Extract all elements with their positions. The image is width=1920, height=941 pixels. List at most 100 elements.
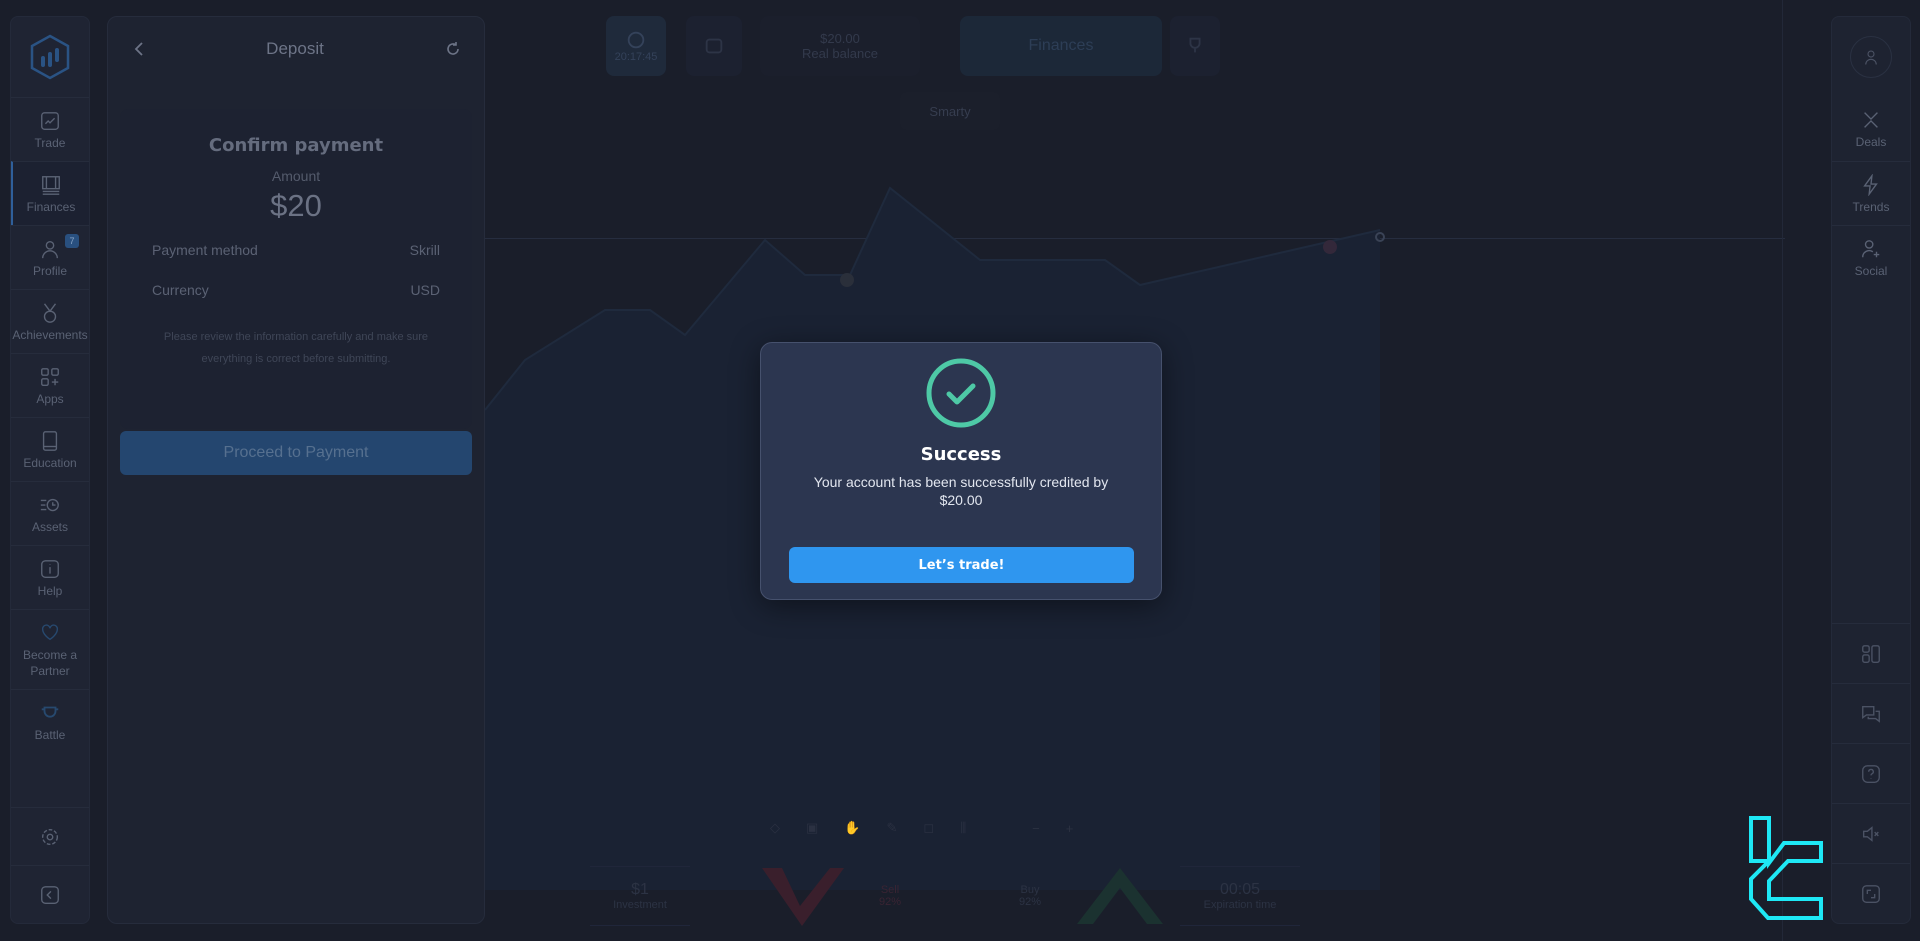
amount-label: Amount: [271, 168, 321, 184]
strategy-label: Smarty: [929, 103, 971, 119]
trophy-button[interactable]: [1170, 16, 1220, 76]
deals-icon: [1864, 112, 1878, 128]
buy-button[interactable]: [1075, 866, 1165, 926]
right-sidebar-bottom: [1832, 623, 1910, 923]
buy-label: Buy: [1020, 884, 1040, 896]
watermark-logo: [1749, 816, 1823, 920]
trade-chart-icon: [41, 111, 59, 130]
strategy-selector[interactable]: Smarty: [900, 92, 1000, 130]
sidebar-item-assets[interactable]: Assets: [11, 481, 89, 545]
expiration-time[interactable]: 00:05 Expiration time: [1180, 866, 1300, 926]
sell-payout: Sell 92%: [840, 866, 940, 926]
medal-icon: [43, 302, 57, 323]
chart-type-icon[interactable]: ▣: [806, 820, 818, 836]
collapse-icon: [41, 885, 59, 904]
shape-icon[interactable]: ◻: [923, 820, 934, 836]
row-value: USD: [410, 282, 440, 298]
sidebar-item-achievements[interactable]: Achievements: [11, 289, 89, 353]
user-icon: [1865, 50, 1877, 65]
sidebar-item-trade[interactable]: Trade: [11, 97, 89, 161]
lets-trade-button[interactable]: Let’s trade!: [789, 547, 1134, 583]
finances-button[interactable]: Finances: [960, 16, 1162, 76]
pencil-icon[interactable]: ✎: [886, 820, 897, 836]
question-icon: [1862, 764, 1880, 783]
avatar-ring: [1850, 36, 1892, 78]
confirm-payment-card: Confirm payment Amount $20 Payment metho…: [120, 109, 472, 429]
left-sidebar: Trade Finances 7 Profile Achievements Ap…: [10, 16, 90, 924]
expiration-value: 00:05: [1219, 881, 1261, 898]
investment-value: $1: [631, 881, 649, 898]
sell-button[interactable]: [760, 866, 846, 926]
user-avatar[interactable]: [1832, 17, 1910, 97]
layout-button[interactable]: [1832, 623, 1910, 683]
modal-message: Your account has been successfully credi…: [813, 474, 1109, 508]
success-check-icon: [926, 358, 996, 428]
chest-button[interactable]: [686, 16, 742, 76]
sidebar-item-label: Assets: [31, 519, 68, 534]
app-logo[interactable]: [11, 17, 89, 97]
sidebar-item-partner[interactable]: Become a Partner: [11, 609, 89, 689]
deposit-header: Deposit: [108, 17, 484, 81]
deposit-panel: Deposit Confirm payment Amount $20 Payme…: [107, 16, 485, 924]
fullscreen-button[interactable]: [1832, 863, 1910, 923]
zoom-out-button[interactable]: −: [1032, 821, 1040, 836]
trophy-icon: [1189, 37, 1201, 53]
row-label: Currency: [152, 282, 209, 298]
sidebar-item-label: Finances: [26, 199, 76, 214]
sidebar-item-social[interactable]: Social: [1832, 225, 1910, 289]
sidebar-item-profile[interactable]: 7 Profile: [11, 225, 89, 289]
sidebar-item-label: Trade: [34, 135, 66, 150]
balance-label: Real balance: [802, 46, 878, 61]
sell-label: Sell: [880, 884, 900, 896]
apps-grid-icon: [41, 367, 59, 386]
trade-marker-icon: [840, 273, 854, 287]
sidebar-item-label: Trends: [1852, 199, 1890, 214]
sidebar-item-label: Help: [37, 583, 63, 598]
chat-button[interactable]: [1832, 683, 1910, 743]
back-chevron-icon[interactable]: [132, 40, 146, 58]
sidebar-item-trends[interactable]: Trends: [1832, 161, 1910, 225]
sidebar-item-deals[interactable]: Deals: [1832, 97, 1910, 161]
add-user-icon: [1862, 239, 1880, 257]
sidebar-item-label: Profile: [32, 263, 67, 278]
sidebar-item-education[interactable]: Education: [11, 417, 89, 481]
zoom-in-button[interactable]: +: [1066, 821, 1074, 836]
chest-icon: [705, 38, 723, 54]
sidebar-item-label: Deals: [1855, 135, 1887, 149]
investment-label: Investment: [613, 899, 667, 911]
balance-selector[interactable]: $20.00 Real balance: [760, 16, 920, 76]
mute-icon: [1862, 825, 1879, 842]
expiration-label: Expiration time: [1203, 899, 1277, 911]
candles-icon[interactable]: ⫼: [960, 820, 966, 836]
gear-icon: [41, 828, 59, 845]
refresh-icon[interactable]: [444, 40, 462, 58]
sound-toggle[interactable]: [1832, 803, 1910, 863]
timer-button[interactable]: 20:17:45: [606, 16, 666, 76]
sidebar-item-label: Social: [1854, 263, 1888, 278]
drawing-icon[interactable]: ✋: [844, 820, 860, 836]
indicator-icon[interactable]: ◇: [770, 820, 780, 836]
support-button[interactable]: [1832, 743, 1910, 803]
card-title: Confirm payment: [208, 135, 384, 156]
heart-icon: [41, 623, 59, 640]
bar-chart-hexagon-logo: [30, 34, 70, 80]
profile-icon: [41, 240, 59, 258]
investment-amount[interactable]: $1 Investment: [590, 866, 690, 926]
sidebar-item-battle[interactable]: Battle: [11, 689, 89, 753]
sidebar-item-label: Become a Partner: [22, 647, 78, 678]
row-value: Skrill: [409, 242, 440, 258]
review-note: Please review the information carefully …: [163, 331, 429, 365]
right-sidebar: Deals Trends Social: [1831, 16, 1911, 924]
sidebar-item-label: Battle: [34, 727, 66, 742]
sidebar-item-finances[interactable]: Finances: [11, 161, 89, 225]
sidebar-item-label: Achievements: [12, 327, 88, 342]
sell-percent: 92%: [878, 896, 902, 908]
chat-icon: [1862, 705, 1880, 723]
settings-button[interactable]: [11, 807, 89, 865]
sidebar-item-help[interactable]: Help: [11, 545, 89, 609]
proceed-to-payment-button[interactable]: Proceed to Payment: [120, 431, 472, 475]
amount-value: $20: [270, 188, 322, 223]
sidebar-item-apps[interactable]: Apps: [11, 353, 89, 417]
success-modal: Success Your account has been successful…: [760, 342, 1162, 600]
collapse-sidebar-button[interactable]: [11, 865, 89, 923]
